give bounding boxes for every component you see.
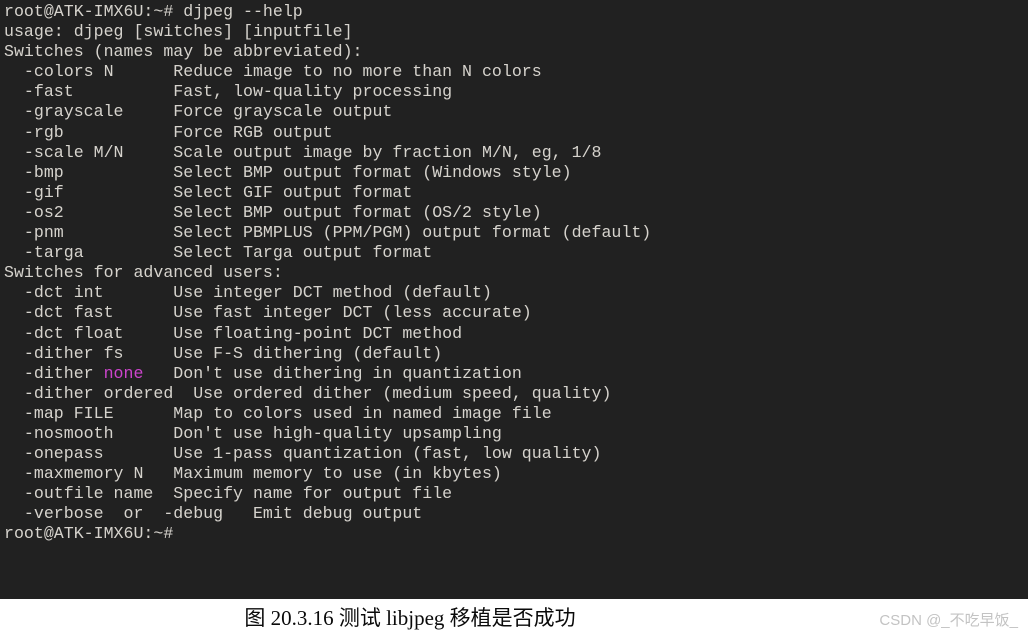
terminal-line: -dither fs Use F-S dithering (default) [4,343,443,363]
terminal-line: -rgb Force RGB output [4,122,333,142]
terminal-line: -dct float Use floating-point DCT method [4,323,463,343]
terminal-line: -pnm Select PBMPLUS (PPM/PGM) output for… [4,223,652,243]
terminal-line: -dct fast Use fast integer DCT (less acc… [4,303,532,323]
terminal-line: root@ATK-IMX6U:~# djpeg --help [4,2,303,21]
terminal-line: -dct int Use integer DCT method (default… [4,283,492,303]
terminal-line: -bmp Select BMP output format (Windows s… [4,162,572,182]
terminal-line: -verbose or -debug Emit debug output [4,504,423,524]
terminal-line: -dither ordered Use ordered dither (medi… [4,383,612,403]
terminal-line: -colors N Reduce image to no more than N… [4,62,542,82]
terminal-line: -map FILE Map to colors used in named im… [4,403,552,423]
terminal-line: -scale M/N Scale output image by fractio… [4,142,602,162]
terminal-window[interactable]: root@ATK-IMX6U:~# djpeg --help usage: djp… [0,0,1028,599]
csdn-watermark: CSDN @_不吃早饭_ [879,612,1018,629]
terminal-text-segment: -dither [4,363,104,383]
terminal-line: -maxmemory N Maximum memory to use (in k… [4,464,502,484]
figure-caption-strip: 图 20.3.16 测试 libjpeg 移植是否成功 CSDN @_不吃早饭_ [0,599,1028,639]
terminal-line: -onepass Use 1-pass quantization (fast, … [4,444,602,464]
terminal-line: root@ATK-IMX6U:~# [4,524,174,544]
terminal-line: Switches (names may be abbreviated): [4,42,363,62]
screenshot-root: root@ATK-IMX6U:~# djpeg --help usage: djp… [0,0,1028,639]
terminal-line: -outfile name Specify name for output fi… [4,484,453,504]
figure-caption: 图 20.3.16 测试 libjpeg 移植是否成功 [244,606,576,630]
terminal-line: -fast Fast, low-quality processing [4,82,453,102]
terminal-line: Switches for advanced users: [4,263,283,283]
terminal-line: -os2 Select BMP output format (OS/2 styl… [4,202,542,222]
terminal-highlight-token: none [103,363,144,383]
terminal-output[interactable]: root@ATK-IMX6U:~# djpeg --help usage: djp… [0,0,1028,545]
terminal-line: -grayscale Force grayscale output [4,102,393,122]
terminal-line: -gif Select GIF output format [4,182,413,202]
terminal-text-segment: Don't use dithering in quantization [143,363,522,383]
terminal-line: -dither none Don't use dithering in quan… [4,364,1028,384]
terminal-line: -targa Select Targa output format [4,243,433,263]
terminal-line: -nosmooth Don't use high-quality upsampl… [4,423,502,443]
terminal-line: usage: djpeg [switches] [inputfile] [4,22,353,42]
